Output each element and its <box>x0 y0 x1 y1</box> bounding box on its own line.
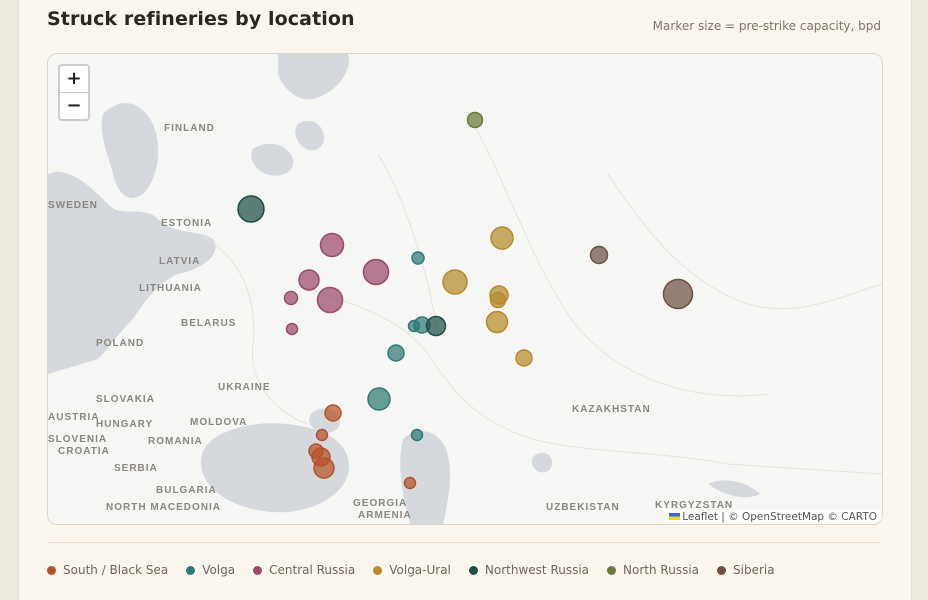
zoom-in-button[interactable]: + <box>60 66 88 92</box>
lake-ladoga <box>251 143 294 176</box>
legend-label: Central Russia <box>269 563 356 577</box>
svg-text:AUSTRIA: AUSTRIA <box>48 412 99 423</box>
marker-south-black-sea[interactable] <box>403 476 417 490</box>
legend-label: North Russia <box>623 563 700 577</box>
legend-swatch <box>607 565 617 575</box>
legend-swatch <box>468 565 478 575</box>
legend-item-northwest-russia[interactable]: Northwest Russia <box>468 563 590 577</box>
marker-volga-ural[interactable] <box>489 291 507 309</box>
aral-sea <box>531 452 553 473</box>
lake-onega <box>295 120 324 151</box>
legend-item-central-russia[interactable]: Central Russia <box>253 563 355 577</box>
svg-text:MOLDOVA: MOLDOVA <box>190 417 247 428</box>
svg-text:ARMENIA: ARMENIA <box>358 510 412 521</box>
marker-central-russia[interactable] <box>316 286 344 314</box>
svg-text:KAZAKHSTAN: KAZAKHSTAN <box>572 404 651 415</box>
marker-volga[interactable] <box>410 428 424 442</box>
svg-text:LITHUANIA: LITHUANIA <box>139 283 202 294</box>
svg-text:POLAND: POLAND <box>96 338 144 349</box>
svg-text:SWEDEN: SWEDEN <box>48 200 98 211</box>
white-sea <box>278 54 349 100</box>
zoom-out-button[interactable]: − <box>60 92 88 119</box>
marker-northwest-russia[interactable] <box>425 315 447 337</box>
svg-text:ROMANIA: ROMANIA <box>148 436 203 447</box>
legend-divider <box>47 542 881 543</box>
svg-text:NORTH MACEDONIA: NORTH MACEDONIA <box>106 502 221 513</box>
marker-south-black-sea[interactable] <box>313 457 335 479</box>
marker-central-russia[interactable] <box>319 232 345 258</box>
legend-item-volga[interactable]: Volga <box>186 563 235 577</box>
map-canvas[interactable]: FINLAND SWEDEN ESTONIA LATVIA LITHUANIA … <box>48 54 882 524</box>
legend-label: South / Black Sea <box>63 563 169 577</box>
marker-central-russia[interactable] <box>362 258 390 286</box>
gulf-of-bothnia <box>101 103 159 198</box>
legend-swatch <box>186 565 196 575</box>
marker-siberia[interactable] <box>662 278 694 310</box>
legend-label: Siberia <box>733 563 775 577</box>
marker-south-black-sea[interactable] <box>324 404 342 422</box>
legend-swatch <box>717 565 727 575</box>
marker-volga-ural[interactable] <box>490 226 514 250</box>
svg-text:FINLAND: FINLAND <box>164 123 215 134</box>
attribution-text[interactable]: Leaflet | © OpenStreetMap © CARTO <box>682 511 877 523</box>
svg-text:HUNGARY: HUNGARY <box>96 419 153 430</box>
svg-text:SLOVENIA: SLOVENIA <box>48 434 107 445</box>
svg-text:LATVIA: LATVIA <box>159 256 200 267</box>
svg-text:UZBEKISTAN: UZBEKISTAN <box>546 502 620 513</box>
marker-volga-ural[interactable] <box>515 349 533 367</box>
marker-volga-ural[interactable] <box>485 310 509 334</box>
svg-text:BULGARIA: BULGARIA <box>156 485 217 496</box>
legend-label: Volga-Ural <box>389 563 451 577</box>
svg-text:CROATIA: CROATIA <box>58 446 110 457</box>
legend-item-south-black-sea[interactable]: South / Black Sea <box>47 563 168 577</box>
ukraine-flag-icon <box>669 513 681 520</box>
marker-central-russia[interactable] <box>298 269 320 291</box>
lake-balkhash <box>708 480 760 498</box>
legend-label: Volga <box>202 563 236 577</box>
marker-northwest-russia[interactable] <box>237 195 265 223</box>
svg-text:BELARUS: BELARUS <box>181 318 236 329</box>
marker-volga[interactable] <box>411 251 425 265</box>
marker-central-russia[interactable] <box>285 322 299 336</box>
marker-volga[interactable] <box>387 344 405 362</box>
zoom-control: + − <box>58 64 90 121</box>
marker-south-black-sea[interactable] <box>315 428 329 442</box>
legend-label: Northwest Russia <box>484 563 590 577</box>
marker-volga[interactable] <box>367 387 391 411</box>
marker-central-russia[interactable] <box>283 290 299 306</box>
svg-text:SERBIA: SERBIA <box>114 463 158 474</box>
legend-item-volga-ural[interactable]: Volga-Ural <box>373 563 451 577</box>
refinery-map[interactable]: FINLAND SWEDEN ESTONIA LATVIA LITHUANIA … <box>47 53 883 525</box>
svg-text:SLOVAKIA: SLOVAKIA <box>96 394 155 405</box>
svg-text:ESTONIA: ESTONIA <box>161 218 212 229</box>
legend-swatch <box>253 565 263 575</box>
marker-siberia[interactable] <box>589 245 609 265</box>
map-attribution: Leaflet | © OpenStreetMap © CARTO <box>664 510 882 524</box>
marker-size-note: Marker size = pre-strike capacity, bpd <box>652 19 881 33</box>
legend-item-siberia[interactable]: Siberia <box>717 563 775 577</box>
region-legend: South / Black Sea Volga Central Russia V… <box>47 563 775 577</box>
legend-item-north-russia[interactable]: North Russia <box>607 563 699 577</box>
svg-text:UKRAINE: UKRAINE <box>218 382 271 393</box>
svg-text:GEORGIA: GEORGIA <box>353 498 407 509</box>
marker-volga-ural[interactable] <box>442 269 468 295</box>
legend-swatch <box>373 565 383 575</box>
legend-swatch <box>47 565 56 575</box>
marker-north-russia[interactable] <box>466 111 484 129</box>
page-title: Struck refineries by location <box>47 8 355 30</box>
